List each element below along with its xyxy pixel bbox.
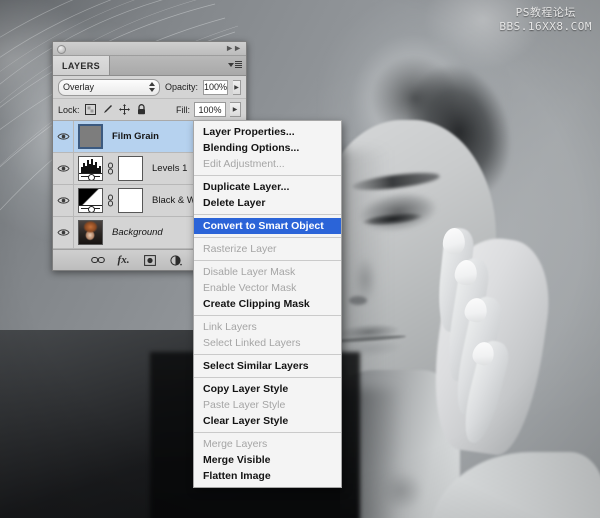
lock-image-pixels-brush-icon[interactable] <box>102 104 113 115</box>
panel-close-dot-icon[interactable] <box>57 45 66 54</box>
layer-context-menu: Layer Properties...Blending Options...Ed… <box>193 120 342 488</box>
lock-all-icon[interactable] <box>136 104 147 115</box>
link-layers-icon[interactable] <box>91 253 105 267</box>
menu-item-copy-layer-style[interactable]: Copy Layer Style <box>194 381 341 397</box>
new-adjustment-layer-icon[interactable] <box>169 253 183 267</box>
fill-input[interactable]: 100% <box>194 102 226 117</box>
layer-visibility-toggle[interactable] <box>53 121 74 152</box>
lock-icon-group <box>85 104 147 115</box>
menu-separator <box>194 315 341 316</box>
blend-mode-row: Overlay Opacity: 100% ▶ <box>53 76 246 99</box>
layer-mask-thumbnail[interactable] <box>118 188 143 213</box>
layer-thumbnail-background[interactable] <box>78 220 103 245</box>
menu-separator <box>194 354 341 355</box>
menu-item-merge-layers: Merge Layers <box>194 436 341 452</box>
layer-mask-thumbnail[interactable] <box>118 156 143 181</box>
fill-group: Fill: 100% ▶ <box>176 102 241 117</box>
layer-thumbnail-black-and-white[interactable] <box>78 188 103 213</box>
lock-transparent-pixels-icon[interactable] <box>85 104 96 115</box>
menu-item-convert-to-smart-object[interactable]: Convert to Smart Object <box>194 218 341 234</box>
layer-visibility-toggle[interactable] <box>53 217 74 248</box>
menu-separator <box>194 214 341 215</box>
blend-mode-stepper-icon[interactable] <box>149 82 155 92</box>
fill-slider-arrow-icon[interactable]: ▶ <box>230 102 241 117</box>
mask-link-icon[interactable] <box>106 158 115 180</box>
layer-name[interactable]: Levels 1 <box>152 163 187 174</box>
blend-mode-value: Overlay <box>63 82 94 92</box>
menu-separator <box>194 260 341 261</box>
layer-visibility-toggle[interactable] <box>53 185 74 216</box>
lock-position-move-icon[interactable] <box>119 104 130 115</box>
eye-icon[interactable] <box>57 228 70 237</box>
layer-name[interactable]: Background <box>112 227 163 238</box>
menu-item-duplicate-layer[interactable]: Duplicate Layer... <box>194 179 341 195</box>
fill-label: Fill: <box>176 105 190 115</box>
menu-item-edit-adjustment: Edit Adjustment... <box>194 156 341 172</box>
lock-label: Lock: <box>58 105 80 115</box>
menu-item-disable-layer-mask: Disable Layer Mask <box>194 264 341 280</box>
opacity-input[interactable]: 100% <box>203 80 228 95</box>
watermark-line-1: PS教程论坛 <box>499 6 592 20</box>
tab-layers[interactable]: LAYERS <box>53 56 110 75</box>
menu-item-merge-visible[interactable]: Merge Visible <box>194 452 341 468</box>
collapse-panel-icon[interactable]: ►► <box>225 44 241 53</box>
layer-name[interactable]: Film Grain <box>112 131 159 142</box>
menu-separator <box>194 237 341 238</box>
eye-icon[interactable] <box>57 132 70 141</box>
levels-histogram-icon <box>79 157 102 173</box>
lock-row: Lock: Fill: 100% ▶ <box>53 99 246 121</box>
menu-item-select-similar-layers[interactable]: Select Similar Layers <box>194 358 341 374</box>
panel-tab-row: LAYERS <box>53 56 246 76</box>
watermark: PS教程论坛 BBS.16XX8.COM <box>499 6 592 34</box>
menu-item-blending-options[interactable]: Blending Options... <box>194 140 341 156</box>
mask-link-icon[interactable] <box>106 190 115 212</box>
layer-thumbnail-film-grain[interactable] <box>78 124 103 149</box>
opacity-label: Opacity: <box>165 82 198 92</box>
menu-item-rasterize-layer: Rasterize Layer <box>194 241 341 257</box>
menu-item-paste-layer-style: Paste Layer Style <box>194 397 341 413</box>
menu-item-link-layers: Link Layers <box>194 319 341 335</box>
collarbone-shadow <box>372 470 428 518</box>
layer-style-fx-icon[interactable]: fx. <box>117 253 131 267</box>
panel-titlebar[interactable]: ►► <box>53 42 246 56</box>
black-white-gradient-icon <box>79 189 102 205</box>
panel-options-menu-icon[interactable] <box>228 61 242 68</box>
menu-item-enable-vector-mask: Enable Vector Mask <box>194 280 341 296</box>
menu-separator <box>194 432 341 433</box>
add-layer-mask-icon[interactable] <box>143 253 157 267</box>
photoshop-screenshot: PS教程论坛 BBS.16XX8.COM ►► LAYERS Overlay O… <box>0 0 600 518</box>
menu-item-delete-layer[interactable]: Delete Layer <box>194 195 341 211</box>
eye-icon[interactable] <box>57 196 70 205</box>
levels-slider-icon <box>79 173 102 180</box>
layer-thumbnail-levels[interactable] <box>78 156 103 181</box>
menu-item-layer-properties[interactable]: Layer Properties... <box>194 124 341 140</box>
eye-icon[interactable] <box>57 164 70 173</box>
blend-mode-select[interactable]: Overlay <box>58 79 160 96</box>
menu-separator <box>194 175 341 176</box>
menu-item-clear-layer-style[interactable]: Clear Layer Style <box>194 413 341 429</box>
menu-separator <box>194 377 341 378</box>
menu-item-create-clipping-mask[interactable]: Create Clipping Mask <box>194 296 341 312</box>
nostril <box>349 296 367 305</box>
bw-slider-icon <box>79 205 102 212</box>
watermark-line-2: BBS.16XX8.COM <box>499 20 592 34</box>
menu-item-select-linked-layers: Select Linked Layers <box>194 335 341 351</box>
opacity-slider-arrow-icon[interactable]: ▶ <box>233 80 241 95</box>
layer-visibility-toggle[interactable] <box>53 153 74 184</box>
menu-item-flatten-image[interactable]: Flatten Image <box>194 468 341 484</box>
